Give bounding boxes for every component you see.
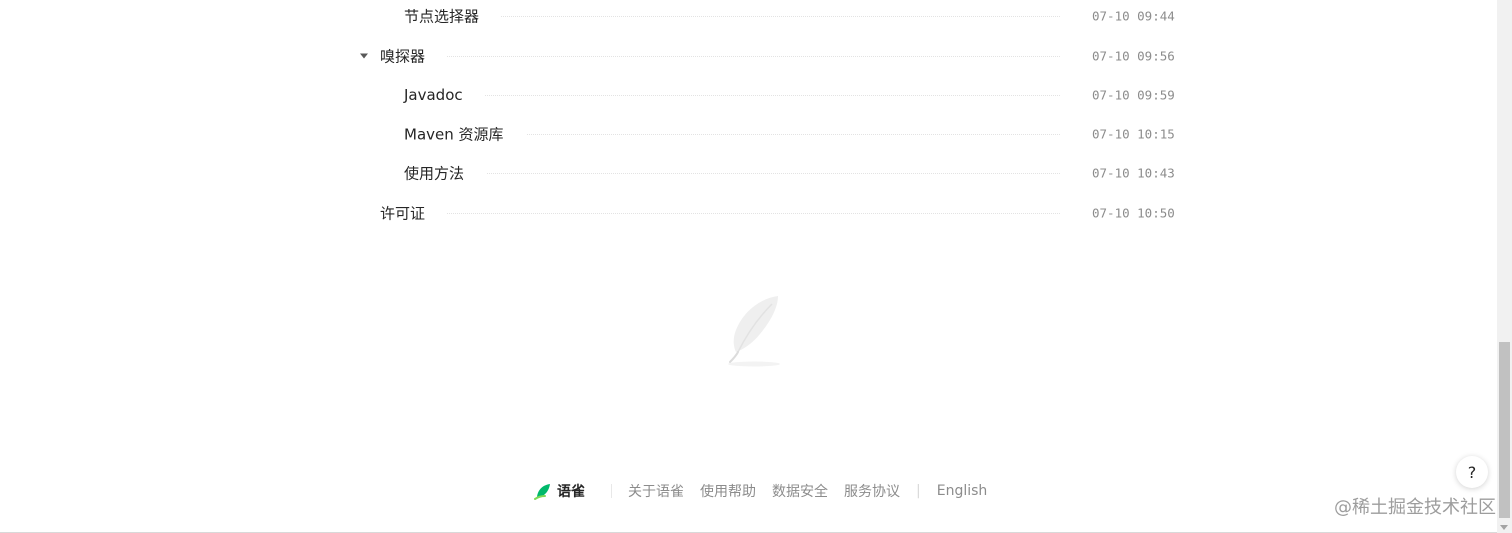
help-button[interactable]: ? [1456, 456, 1488, 488]
toc-item[interactable]: 使用方法 07-10 10:43 [0, 153, 1200, 193]
scrollbar-thumb[interactable] [1499, 342, 1510, 518]
toc-item-time: 07-10 10:50 [1092, 205, 1175, 221]
vertical-scrollbar[interactable] [1497, 0, 1512, 533]
toc-leader-line [404, 16, 1060, 17]
toc-item[interactable]: Maven 资源库 07-10 10:15 [0, 114, 1200, 154]
yuque-logo[interactable]: 语雀 [534, 481, 585, 501]
toc-leader-line [404, 95, 1060, 96]
language-switch-english[interactable]: English [937, 483, 988, 499]
feather-icon [728, 296, 780, 367]
question-mark-icon: ? [1467, 462, 1477, 482]
toc-item-title[interactable]: Javadoc [404, 86, 485, 104]
brand-name: 语雀 [557, 484, 585, 500]
footer-divider [611, 484, 612, 498]
toc-item-title[interactable]: 使用方法 [404, 162, 487, 184]
toc-leader-line [380, 213, 1060, 214]
document-page: 节点选择器 07-10 09:44 嗅探器 07-10 09:56 Javado… [0, 0, 1512, 533]
toc-item-time: 07-10 10:43 [1092, 165, 1175, 181]
footer-separator: | [916, 483, 921, 499]
toc-item[interactable]: 节点选择器 07-10 09:44 [0, 0, 1200, 36]
toc-leader-line [404, 173, 1060, 174]
caret-down-icon[interactable] [360, 53, 368, 59]
scroll-down-arrow-icon[interactable] [1500, 525, 1508, 530]
footer-link-security[interactable]: 数据安全 [772, 481, 828, 501]
footer-link-help[interactable]: 使用帮助 [700, 481, 756, 501]
yuque-bird-icon [534, 484, 550, 500]
toc-item-title[interactable]: Maven 资源库 [404, 123, 526, 145]
footer: 语雀 关于语雀 使用帮助 数据安全 服务协议 | English [534, 480, 1003, 502]
footer-link-terms[interactable]: 服务协议 [844, 481, 900, 501]
toc-item-title[interactable]: 嗅探器 [380, 45, 448, 67]
toc-item[interactable]: Javadoc 07-10 09:59 [0, 75, 1200, 115]
toc-item-title[interactable]: 节点选择器 [404, 5, 502, 27]
footer-link-about[interactable]: 关于语雀 [628, 481, 684, 501]
toc-item[interactable]: 许可证 07-10 10:50 [0, 193, 1200, 233]
toc-item[interactable]: 嗅探器 07-10 09:56 [0, 36, 1200, 76]
watermark: @稀土掘金技术社区 [1334, 497, 1496, 518]
toc-item-time: 07-10 09:44 [1092, 8, 1175, 24]
toc-item-title[interactable]: 许可证 [380, 202, 448, 224]
toc-item-time: 07-10 09:59 [1092, 87, 1175, 103]
toc-item-time: 07-10 09:56 [1092, 48, 1175, 64]
toc-item-time: 07-10 10:15 [1092, 126, 1175, 142]
toc-leader-line [380, 56, 1060, 57]
